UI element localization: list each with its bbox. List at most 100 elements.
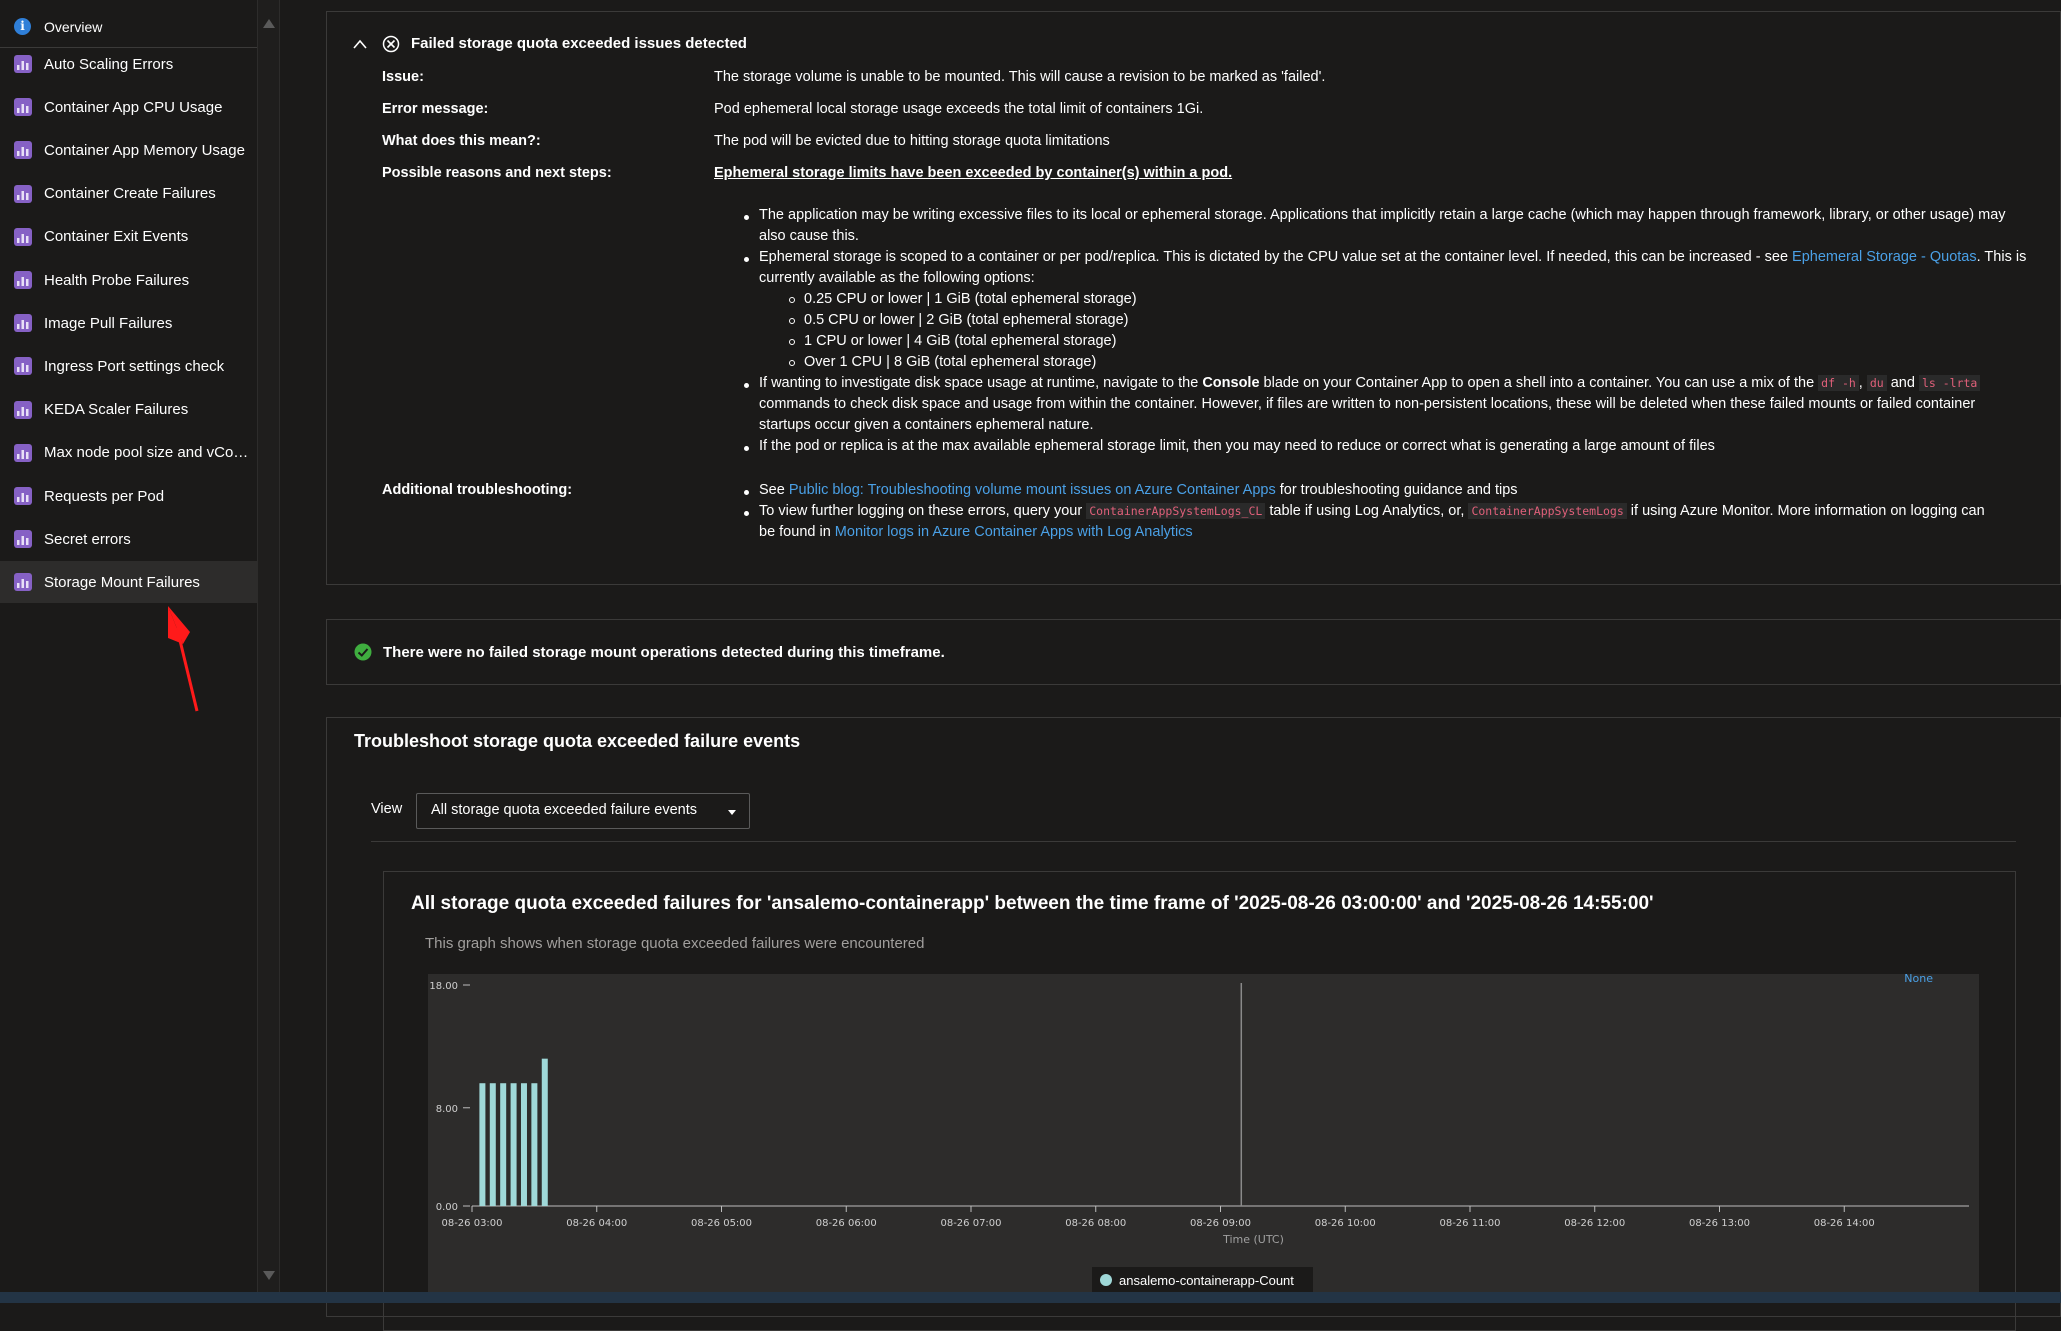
sidebar: i Overview Auto Scaling Errors Container … — [0, 0, 258, 1303]
x-tick-label: 08-26 14:00 — [1814, 1218, 1875, 1229]
view-dropdown[interactable]: All storage quota exceeded failure event… — [416, 793, 750, 829]
chart-bar — [541, 1058, 548, 1206]
reasons-heading: Ephemeral storage limits have been excee… — [714, 165, 1233, 181]
chart-svg: 0.00 8.00 18.00 08-26 03:00 08-26 04:00 08-26… — [429, 972, 1969, 1294]
reason-4: If the pod or replica is at the max avai… — [759, 438, 1715, 454]
sidebar-item-container-app-memory-usage[interactable]: Container App Memory Usage — [0, 129, 257, 171]
sidebar-scrollbar[interactable] — [258, 0, 280, 1303]
reason-3-line-2: commands to check disk space and usage f… — [759, 396, 1976, 412]
monitor-logs-link[interactable]: Monitor logs in Azure Container Apps wit… — [835, 524, 1193, 540]
sidebar-item-label: Secret errors — [44, 530, 131, 548]
y-tick-label: 8.00 — [436, 1104, 458, 1115]
error-message-key: Error message: — [382, 101, 489, 117]
scroll-down-arrow-icon[interactable] — [263, 1271, 275, 1280]
bullet-icon — [744, 511, 749, 516]
issue-panel-title: Failed storage quota exceeded issues det… — [411, 35, 747, 52]
chart-bar-icon — [13, 227, 33, 247]
sidebar-item-max-node-pool-size[interactable]: Max node pool size and vCor... — [0, 432, 257, 474]
legend-swatch — [1100, 1274, 1112, 1286]
sidebar-item-label: Container App Memory Usage — [44, 141, 245, 159]
chart-bar-icon — [13, 270, 33, 290]
chart-bar — [500, 1083, 507, 1206]
sidebar-item-label: KEDA Scaler Failures — [44, 401, 189, 419]
sidebar-item-health-probe-failures[interactable]: Health Probe Failures — [0, 259, 257, 301]
sidebar-item-requests-per-pod[interactable]: Requests per Pod — [0, 475, 257, 517]
sidebar-item-container-create-failures[interactable]: Container Create Failures — [0, 173, 257, 215]
reason-2-line-1: Ephemeral storage is scoped to a contain… — [759, 249, 2027, 265]
issue-key: Issue: — [382, 69, 424, 85]
sidebar-item-ingress-port-settings-check[interactable]: Ingress Port settings check — [0, 345, 257, 387]
circle-bullet-icon — [789, 318, 795, 324]
meaning-key: What does this mean?: — [382, 133, 541, 149]
sidebar-item-container-app-cpu-usage[interactable]: Container App CPU Usage — [0, 86, 257, 128]
sidebar-item-auto-scaling-errors[interactable]: Auto Scaling Errors — [0, 43, 257, 85]
reason-2-line-2: currently available as the following opt… — [759, 270, 1035, 286]
events-panel-title: Troubleshoot storage quota exceeded fail… — [354, 731, 801, 751]
chart-bar — [489, 1083, 496, 1206]
sidebar-item-label: Container Create Failures — [44, 185, 216, 203]
x-tick-label: 08-26 05:00 — [691, 1218, 752, 1229]
sidebar-item-secret-errors[interactable]: Secret errors — [0, 518, 257, 560]
reason-1-line-1: The application may be writing excessive… — [759, 207, 2006, 223]
ephemeral-option: 0.5 CPU or lower | 2 GiB (total ephemera… — [804, 312, 1129, 328]
info-icon: i — [14, 18, 31, 35]
chart-bar — [510, 1083, 517, 1206]
sidebar-item-label: Container App CPU Usage — [44, 98, 223, 116]
sidebar-item-label: Auto Scaling Errors — [44, 55, 174, 73]
success-message: There were no failed storage mount opera… — [383, 644, 945, 661]
chart-bar-icon — [13, 572, 33, 592]
sidebar-item-container-exit-events[interactable]: Container Exit Events — [0, 216, 257, 258]
sidebar-item-label: Container Exit Events — [44, 228, 189, 246]
bullet-icon — [744, 446, 749, 451]
sidebar-item-label: Storage Mount Failures — [44, 573, 200, 591]
x-axis-label: Time (UTC) — [1222, 1233, 1284, 1246]
additional-2-line-1: To view further logging on these errors,… — [759, 503, 1985, 519]
sidebar-item-overview[interactable]: i Overview — [0, 7, 257, 48]
sidebar-item-storage-mount-failures[interactable]: Storage Mount Failures — [0, 561, 257, 604]
chart-bar — [479, 1083, 486, 1206]
sidebar-item-keda-scaler-failures[interactable]: KEDA Scaler Failures — [0, 389, 257, 431]
x-tick-label: 08-26 12:00 — [1564, 1218, 1625, 1229]
ephemeral-storage-quotas-link[interactable]: Ephemeral Storage - Quotas — [1792, 249, 1977, 265]
x-tick-label: 08-26 13:00 — [1689, 1218, 1750, 1229]
ephemeral-option: 1 CPU or lower | 4 GiB (total ephemeral … — [804, 333, 1117, 349]
code-ls: ls -lrta — [1918, 375, 1981, 391]
issue-panel: Failed storage quota exceeded issues det… — [326, 11, 2061, 585]
circle-bullet-icon — [789, 360, 795, 366]
scroll-up-arrow-icon[interactable] — [263, 19, 275, 28]
chart-bar-icon — [13, 313, 33, 333]
meaning-value: The pod will be evicted due to hitting s… — [714, 133, 1110, 149]
x-tick-label: 08-26 06:00 — [816, 1218, 877, 1229]
x-tick-label: 08-26 03:00 — [441, 1218, 502, 1229]
chart-bar-icon — [13, 529, 33, 549]
x-tick-label: 08-26 09:00 — [1190, 1218, 1251, 1229]
chart-subtitle: This graph shows when storage quota exce… — [425, 935, 925, 952]
chevron-down-icon — [728, 810, 736, 815]
chart-bar-icon — [13, 356, 33, 376]
sidebar-item-label: Health Probe Failures — [44, 271, 190, 289]
chart-bar-icon — [13, 184, 33, 204]
public-blog-link[interactable]: Public blog: Troubleshooting volume moun… — [789, 482, 1276, 498]
sidebar-item-image-pull-failures[interactable]: Image Pull Failures — [0, 302, 257, 344]
sidebar-item-label: Requests per Pod — [44, 487, 165, 505]
issue-value: The storage volume is unable to be mount… — [714, 69, 1326, 85]
x-tick-label: 08-26 07:00 — [940, 1218, 1001, 1229]
divider — [371, 841, 2016, 842]
annotation-label: None — [1904, 974, 1933, 985]
additional-1: See Public blog: Troubleshooting volume … — [759, 482, 1518, 498]
chart-plot-area: 0.00 8.00 18.00 08-26 03:00 08-26 04:00 08-26… — [428, 972, 1979, 1294]
ephemeral-option: Over 1 CPU | 8 GiB (total ephemeral stor… — [804, 354, 1097, 370]
code-du: du — [1866, 375, 1887, 391]
sidebar-item-label: Max node pool size and vCor... — [44, 444, 249, 462]
bullet-icon — [744, 490, 749, 495]
code-df: df -h — [1818, 375, 1859, 391]
chart-bar-icon — [13, 54, 33, 74]
view-label: View — [371, 801, 403, 817]
chart-bar-icon — [13, 400, 33, 420]
events-panel: Troubleshoot storage quota exceeded fail… — [326, 717, 2061, 1331]
chevron-up-icon[interactable] — [353, 39, 367, 49]
sidebar-item-label: Overview — [44, 19, 103, 35]
x-tick-label: 08-26 04:00 — [566, 1218, 627, 1229]
x-tick-label: 08-26 11:00 — [1439, 1218, 1500, 1229]
x-tick-label: 08-26 08:00 — [1065, 1218, 1126, 1229]
